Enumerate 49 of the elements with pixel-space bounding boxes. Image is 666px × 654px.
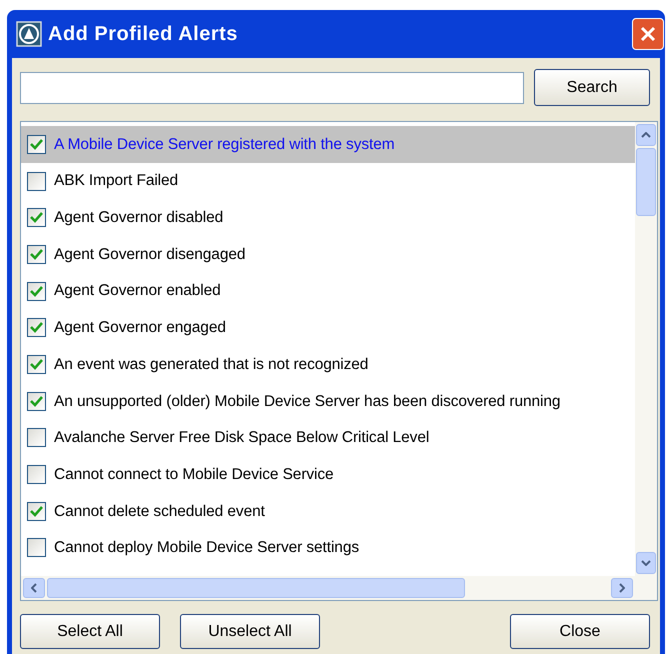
checkbox[interactable]: [27, 354, 46, 374]
scroll-up-icon: [641, 132, 651, 138]
checkbox[interactable]: [27, 208, 46, 228]
checkbox[interactable]: [27, 392, 46, 411]
alert-list-item[interactable]: Agent Governor enabled: [21, 272, 635, 310]
vertical-scrollbar[interactable]: [635, 122, 657, 576]
checkbox[interactable]: [27, 538, 46, 558]
checkbox[interactable]: [27, 502, 46, 521]
checkmark-icon: [30, 358, 43, 370]
scroll-left-icon: [31, 583, 37, 593]
close-icon: [639, 25, 657, 43]
search-field[interactable]: [20, 72, 524, 104]
close-dialog-button[interactable]: Close: [510, 614, 650, 649]
alert-list-item[interactable]: Avalanche Server Free Disk Space Below Critical Level: [21, 420, 635, 456]
scroll-down-icon: [641, 560, 651, 566]
checkmark-icon: [30, 138, 43, 150]
scroll-right-icon: [619, 583, 625, 593]
checkbox[interactable]: [27, 134, 46, 154]
alert-list-item[interactable]: Cannot deploy Mobile Device Server settings: [21, 530, 635, 566]
checkbox[interactable]: [27, 465, 46, 484]
search-button[interactable]: Search: [534, 69, 650, 106]
alert-list-item[interactable]: Agent Governor engaged: [21, 309, 635, 346]
scrollbar-thumb[interactable]: [47, 578, 465, 598]
alert-list-item[interactable]: A Mobile Device Server registered with the system: [21, 126, 635, 163]
alert-list-item[interactable]: ABK Import Failed: [21, 162, 635, 200]
checkmark-icon: [30, 396, 43, 407]
alert-list-item[interactable]: An event was generated that is not recognized: [21, 346, 635, 383]
app-logo-icon: [16, 21, 42, 47]
window-title: Add Profiled Alerts: [48, 22, 238, 47]
checkmark-icon: [30, 322, 43, 334]
checkmark-icon: [30, 286, 43, 297]
alert-list-item[interactable]: Cannot connect to Mobile Device Service: [21, 456, 635, 493]
alert-list-item[interactable]: Agent Governor disabled: [21, 199, 635, 236]
checkmark-icon: [30, 248, 43, 260]
checkbox[interactable]: [27, 318, 46, 338]
alert-list-item[interactable]: Agent Governor disengaged: [21, 236, 635, 273]
checkmark-icon: [30, 212, 43, 224]
checkbox[interactable]: [27, 172, 46, 191]
alert-list-item[interactable]: Cannot delete scheduled event: [21, 492, 635, 530]
unselect-all-button[interactable]: Unselect All: [180, 614, 320, 649]
checkbox[interactable]: [27, 244, 46, 264]
checkbox[interactable]: [27, 428, 46, 448]
horizontal-scrollbar[interactable]: [21, 576, 657, 600]
close-button[interactable]: [632, 18, 664, 50]
checkmark-icon: [30, 506, 43, 517]
checkbox[interactable]: [27, 282, 46, 301]
alert-list-item[interactable]: An unsupported (older) Mobile Device Server has been discovered running: [21, 382, 635, 420]
select-all-button[interactable]: Select All: [20, 614, 160, 649]
scrollbar-thumb[interactable]: [636, 148, 656, 216]
